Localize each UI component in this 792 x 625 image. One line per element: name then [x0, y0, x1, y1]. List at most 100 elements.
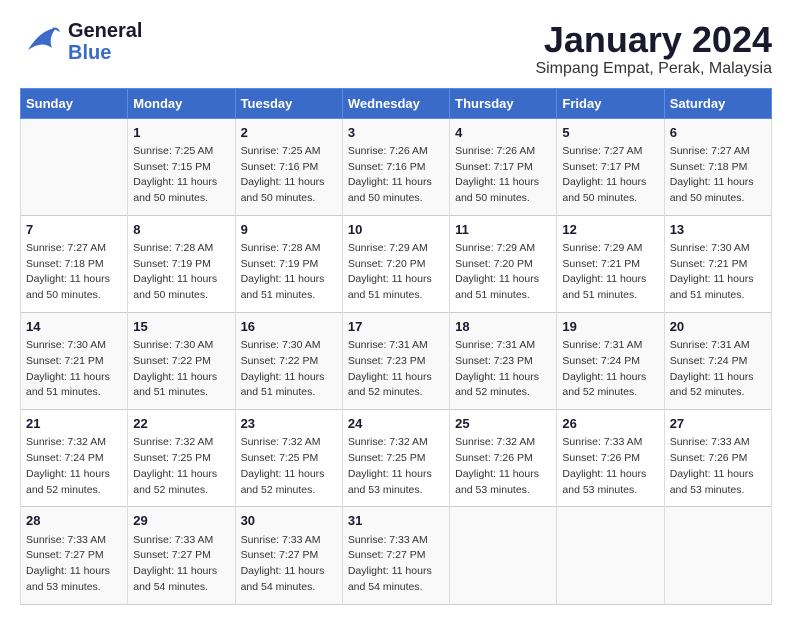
day-info: Sunrise: 7:25 AMSunset: 7:16 PMDaylight:… — [241, 145, 325, 204]
day-cell — [664, 507, 771, 604]
week-row-0: 1 Sunrise: 7:25 AMSunset: 7:15 PMDayligh… — [21, 118, 772, 215]
day-number: 20 — [670, 318, 766, 336]
day-number: 7 — [26, 221, 122, 239]
day-info: Sunrise: 7:26 AMSunset: 7:17 PMDaylight:… — [455, 145, 539, 204]
week-row-4: 28 Sunrise: 7:33 AMSunset: 7:27 PMDaylig… — [21, 507, 772, 604]
day-info: Sunrise: 7:29 AMSunset: 7:21 PMDaylight:… — [562, 242, 646, 301]
col-sunday: Sunday — [21, 88, 128, 118]
col-wednesday: Wednesday — [342, 88, 449, 118]
day-cell: 29 Sunrise: 7:33 AMSunset: 7:27 PMDaylig… — [128, 507, 235, 604]
col-thursday: Thursday — [450, 88, 557, 118]
logo-icon — [20, 20, 64, 64]
day-cell: 3 Sunrise: 7:26 AMSunset: 7:16 PMDayligh… — [342, 118, 449, 215]
day-cell: 13 Sunrise: 7:30 AMSunset: 7:21 PMDaylig… — [664, 215, 771, 312]
day-number: 3 — [348, 124, 444, 142]
day-cell: 30 Sunrise: 7:33 AMSunset: 7:27 PMDaylig… — [235, 507, 342, 604]
day-cell: 26 Sunrise: 7:33 AMSunset: 7:26 PMDaylig… — [557, 410, 664, 507]
logo-line2: Blue — [68, 42, 142, 64]
day-cell — [557, 507, 664, 604]
day-number: 22 — [133, 415, 229, 433]
day-info: Sunrise: 7:33 AMSunset: 7:27 PMDaylight:… — [348, 534, 432, 593]
calendar-table: Sunday Monday Tuesday Wednesday Thursday… — [20, 88, 772, 605]
day-cell: 4 Sunrise: 7:26 AMSunset: 7:17 PMDayligh… — [450, 118, 557, 215]
day-info: Sunrise: 7:33 AMSunset: 7:27 PMDaylight:… — [26, 534, 110, 593]
day-cell: 27 Sunrise: 7:33 AMSunset: 7:26 PMDaylig… — [664, 410, 771, 507]
day-info: Sunrise: 7:33 AMSunset: 7:26 PMDaylight:… — [562, 436, 646, 495]
day-cell: 23 Sunrise: 7:32 AMSunset: 7:25 PMDaylig… — [235, 410, 342, 507]
day-cell: 15 Sunrise: 7:30 AMSunset: 7:22 PMDaylig… — [128, 312, 235, 409]
day-info: Sunrise: 7:27 AMSunset: 7:17 PMDaylight:… — [562, 145, 646, 204]
day-cell: 5 Sunrise: 7:27 AMSunset: 7:17 PMDayligh… — [557, 118, 664, 215]
day-cell: 18 Sunrise: 7:31 AMSunset: 7:23 PMDaylig… — [450, 312, 557, 409]
day-number: 15 — [133, 318, 229, 336]
day-cell: 17 Sunrise: 7:31 AMSunset: 7:23 PMDaylig… — [342, 312, 449, 409]
day-cell: 14 Sunrise: 7:30 AMSunset: 7:21 PMDaylig… — [21, 312, 128, 409]
day-number: 25 — [455, 415, 551, 433]
day-info: Sunrise: 7:29 AMSunset: 7:20 PMDaylight:… — [348, 242, 432, 301]
day-cell: 10 Sunrise: 7:29 AMSunset: 7:20 PMDaylig… — [342, 215, 449, 312]
day-number: 16 — [241, 318, 337, 336]
col-tuesday: Tuesday — [235, 88, 342, 118]
day-info: Sunrise: 7:27 AMSunset: 7:18 PMDaylight:… — [670, 145, 754, 204]
day-number: 18 — [455, 318, 551, 336]
day-info: Sunrise: 7:32 AMSunset: 7:24 PMDaylight:… — [26, 436, 110, 495]
day-cell: 19 Sunrise: 7:31 AMSunset: 7:24 PMDaylig… — [557, 312, 664, 409]
day-number: 8 — [133, 221, 229, 239]
day-cell: 25 Sunrise: 7:32 AMSunset: 7:26 PMDaylig… — [450, 410, 557, 507]
day-info: Sunrise: 7:32 AMSunset: 7:26 PMDaylight:… — [455, 436, 539, 495]
day-cell: 8 Sunrise: 7:28 AMSunset: 7:19 PMDayligh… — [128, 215, 235, 312]
day-cell: 31 Sunrise: 7:33 AMSunset: 7:27 PMDaylig… — [342, 507, 449, 604]
header-row: Sunday Monday Tuesday Wednesday Thursday… — [21, 88, 772, 118]
week-row-2: 14 Sunrise: 7:30 AMSunset: 7:21 PMDaylig… — [21, 312, 772, 409]
day-cell: 2 Sunrise: 7:25 AMSunset: 7:16 PMDayligh… — [235, 118, 342, 215]
col-saturday: Saturday — [664, 88, 771, 118]
logo-line1: General — [68, 20, 142, 42]
day-cell: 6 Sunrise: 7:27 AMSunset: 7:18 PMDayligh… — [664, 118, 771, 215]
day-number: 12 — [562, 221, 658, 239]
day-number: 21 — [26, 415, 122, 433]
day-number: 4 — [455, 124, 551, 142]
day-number: 14 — [26, 318, 122, 336]
day-cell — [450, 507, 557, 604]
day-cell: 22 Sunrise: 7:32 AMSunset: 7:25 PMDaylig… — [128, 410, 235, 507]
day-info: Sunrise: 7:32 AMSunset: 7:25 PMDaylight:… — [348, 436, 432, 495]
day-info: Sunrise: 7:33 AMSunset: 7:27 PMDaylight:… — [133, 534, 217, 593]
day-info: Sunrise: 7:28 AMSunset: 7:19 PMDaylight:… — [241, 242, 325, 301]
day-info: Sunrise: 7:30 AMSunset: 7:21 PMDaylight:… — [26, 339, 110, 398]
day-info: Sunrise: 7:30 AMSunset: 7:21 PMDaylight:… — [670, 242, 754, 301]
day-number: 29 — [133, 512, 229, 530]
day-info: Sunrise: 7:30 AMSunset: 7:22 PMDaylight:… — [133, 339, 217, 398]
day-number: 11 — [455, 221, 551, 239]
day-number: 13 — [670, 221, 766, 239]
day-cell: 24 Sunrise: 7:32 AMSunset: 7:25 PMDaylig… — [342, 410, 449, 507]
week-row-3: 21 Sunrise: 7:32 AMSunset: 7:24 PMDaylig… — [21, 410, 772, 507]
day-info: Sunrise: 7:27 AMSunset: 7:18 PMDaylight:… — [26, 242, 110, 301]
day-cell: 21 Sunrise: 7:32 AMSunset: 7:24 PMDaylig… — [21, 410, 128, 507]
day-number: 2 — [241, 124, 337, 142]
col-friday: Friday — [557, 88, 664, 118]
day-number: 10 — [348, 221, 444, 239]
day-number: 24 — [348, 415, 444, 433]
day-cell: 1 Sunrise: 7:25 AMSunset: 7:15 PMDayligh… — [128, 118, 235, 215]
day-number: 28 — [26, 512, 122, 530]
day-info: Sunrise: 7:32 AMSunset: 7:25 PMDaylight:… — [133, 436, 217, 495]
day-number: 26 — [562, 415, 658, 433]
day-info: Sunrise: 7:31 AMSunset: 7:23 PMDaylight:… — [455, 339, 539, 398]
day-info: Sunrise: 7:26 AMSunset: 7:16 PMDaylight:… — [348, 145, 432, 204]
day-info: Sunrise: 7:33 AMSunset: 7:27 PMDaylight:… — [241, 534, 325, 593]
day-info: Sunrise: 7:31 AMSunset: 7:23 PMDaylight:… — [348, 339, 432, 398]
week-row-1: 7 Sunrise: 7:27 AMSunset: 7:18 PMDayligh… — [21, 215, 772, 312]
day-cell: 11 Sunrise: 7:29 AMSunset: 7:20 PMDaylig… — [450, 215, 557, 312]
calendar-subtitle: Simpang Empat, Perak, Malaysia — [535, 60, 772, 78]
day-number: 6 — [670, 124, 766, 142]
header: General Blue January 2024 Simpang Empat,… — [20, 20, 772, 78]
day-number: 31 — [348, 512, 444, 530]
day-cell: 7 Sunrise: 7:27 AMSunset: 7:18 PMDayligh… — [21, 215, 128, 312]
day-number: 30 — [241, 512, 337, 530]
day-cell: 28 Sunrise: 7:33 AMSunset: 7:27 PMDaylig… — [21, 507, 128, 604]
day-number: 5 — [562, 124, 658, 142]
day-number: 23 — [241, 415, 337, 433]
day-number: 1 — [133, 124, 229, 142]
day-cell: 20 Sunrise: 7:31 AMSunset: 7:24 PMDaylig… — [664, 312, 771, 409]
day-info: Sunrise: 7:30 AMSunset: 7:22 PMDaylight:… — [241, 339, 325, 398]
